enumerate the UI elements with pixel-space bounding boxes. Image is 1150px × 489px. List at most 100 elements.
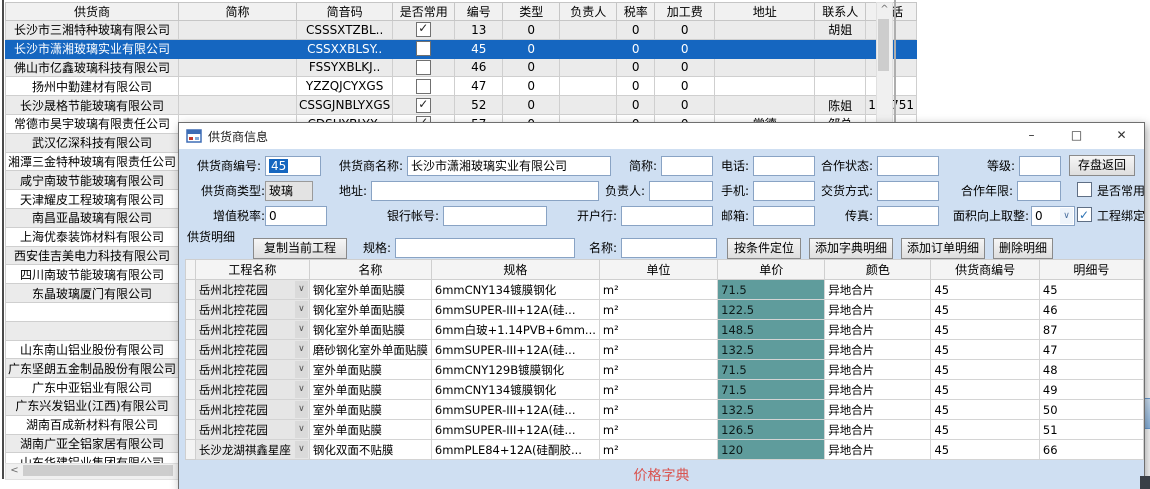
column-header[interactable]: 供货商编号 <box>931 260 1039 280</box>
cell-project-combo[interactable]: 岳州北控花园∨ <box>195 420 309 440</box>
cell-supplier-no[interactable]: 45 <box>931 380 1039 400</box>
column-header[interactable]: 规格 <box>431 260 599 280</box>
cell-color[interactable]: 异地合片 <box>825 280 931 300</box>
delete-detail-button[interactable]: 删除明细 <box>993 238 1053 259</box>
cell-spec[interactable]: 6mmSUPER-III+12A(硅... <box>431 340 599 360</box>
cell-project-combo[interactable]: 岳州北控花园∨ <box>195 320 309 340</box>
supplier-row[interactable]: 佛山市亿鑫玻璃科技有限公司FSSYXBLKJ..46000 <box>6 58 917 77</box>
cell-unit[interactable]: m² <box>599 360 717 380</box>
cell-detail-no[interactable]: 49 <box>1039 380 1143 400</box>
cell-name[interactable]: 钢化双面不贴膜 <box>309 440 431 460</box>
dropdown-arrow-icon[interactable]: ∨ <box>295 281 308 298</box>
close-button[interactable]: ✕ <box>1099 123 1144 149</box>
column-header[interactable]: 简音码 <box>297 3 393 21</box>
cell-project-combo[interactable]: 岳州北控花园∨ <box>195 360 309 380</box>
detail-row[interactable]: 岳州北控花园∨ 磨砂钢化室外单面贴膜 6mmSUPER-III+12A(硅...… <box>186 340 1144 360</box>
cell-project-combo[interactable]: 岳州北控花园∨ <box>195 340 309 360</box>
short-name-input[interactable] <box>661 156 713 176</box>
cell-spec[interactable]: 6mmCNY129B镀膜钢化 <box>431 360 599 380</box>
dropdown-arrow-icon[interactable]: ∨ <box>295 361 308 378</box>
row-selector[interactable] <box>186 360 196 380</box>
manager-input[interactable] <box>649 181 713 201</box>
is-common-checkbox[interactable]: 是否常用 <box>1077 181 1145 201</box>
supplier-name-input[interactable]: 长沙市潇湘玻璃实业有限公司 <box>407 156 611 176</box>
cell-detail-no[interactable]: 47 <box>1039 340 1143 360</box>
cell-detail-no[interactable]: 66 <box>1039 440 1143 460</box>
cell-project-combo[interactable]: 岳州北控花园∨ <box>195 280 309 300</box>
cell-unit[interactable]: m² <box>599 340 717 360</box>
cell-detail-no[interactable]: 45 <box>1039 280 1143 300</box>
cell-project-combo[interactable]: 岳州北控花园∨ <box>195 380 309 400</box>
column-header[interactable]: 编号 <box>455 3 503 21</box>
cell-name[interactable]: 磨砂钢化室外单面贴膜 <box>309 340 431 360</box>
supplier-row[interactable]: 长沙市潇湘玻璃实业有限公司CSSXXBLSY..45000 <box>6 39 917 58</box>
cell-unit[interactable]: m² <box>599 440 717 460</box>
dropdown-arrow-icon[interactable]: ∨ <box>295 401 308 418</box>
detail-row[interactable]: 长沙龙湖祺鑫星座∨ 钢化双面不贴膜 6mmPLE84+12A(硅酮胶... m²… <box>186 440 1144 460</box>
cell-color[interactable]: 异地合片 <box>825 360 931 380</box>
cell-project-combo[interactable]: 岳州北控花园∨ <box>195 400 309 420</box>
dropdown-arrow-icon[interactable]: ∨ <box>295 381 308 398</box>
coop-years-input[interactable] <box>1017 181 1061 201</box>
detail-row[interactable]: 岳州北控花园∨ 钢化室外单面贴膜 6mmCNY134镀膜钢化 m² 71.5 异… <box>186 280 1144 300</box>
common-checkbox[interactable] <box>416 22 431 37</box>
cell-detail-no[interactable]: 87 <box>1039 320 1143 340</box>
cell-name[interactable]: 钢化室外单面贴膜 <box>309 280 431 300</box>
supplier-id-input[interactable]: 45 <box>265 156 321 176</box>
column-header[interactable]: 明细号 <box>1039 260 1143 280</box>
column-header[interactable]: 名称 <box>309 260 431 280</box>
cell-project-combo[interactable]: 长沙龙湖祺鑫星座∨ <box>195 440 309 460</box>
supplier-row[interactable]: 扬州中勤建材有限公司YZZQJCYXGS47000 <box>6 77 917 96</box>
cell-supplier-no[interactable]: 45 <box>931 340 1039 360</box>
name-filter-input[interactable] <box>621 238 717 258</box>
detail-row[interactable]: 岳州北控花园∨ 室外单面贴膜 6mmCNY129B镀膜钢化 m² 71.5 异地… <box>186 360 1144 380</box>
save-return-button[interactable]: 存盘返回 <box>1069 155 1135 176</box>
cell-unit[interactable]: m² <box>599 300 717 320</box>
cell-supplier-no[interactable]: 45 <box>931 320 1039 340</box>
address-input[interactable] <box>371 181 599 201</box>
area-round-up-select[interactable]: 0∨ <box>1031 206 1075 226</box>
cell-detail-no[interactable]: 51 <box>1039 420 1143 440</box>
copy-current-project-button[interactable]: 复制当前工程 <box>253 238 347 259</box>
dropdown-arrow-icon[interactable]: ∨ <box>295 341 308 358</box>
cell-supplier-no[interactable]: 45 <box>931 420 1039 440</box>
detail-row[interactable]: 岳州北控花园∨ 室外单面贴膜 6mmSUPER-III+12A(硅... m² … <box>186 420 1144 440</box>
phone-input[interactable] <box>753 156 815 176</box>
locate-by-condition-button[interactable]: 按条件定位 <box>727 238 801 259</box>
cell-name[interactable]: 室外单面贴膜 <box>309 360 431 380</box>
bank-input[interactable] <box>621 206 713 226</box>
cell-color[interactable]: 异地合片 <box>825 320 931 340</box>
add-order-detail-button[interactable]: 添加订单明细 <box>901 238 985 259</box>
cell-name[interactable]: 钢化室外单面贴膜 <box>309 320 431 340</box>
row-selector[interactable] <box>186 280 196 300</box>
fax-input[interactable] <box>877 206 939 226</box>
cell-price[interactable]: 132.5 <box>718 340 825 360</box>
common-checkbox[interactable] <box>416 79 431 94</box>
column-header[interactable]: 颜色 <box>825 260 931 280</box>
cell-supplier-no[interactable]: 45 <box>931 360 1039 380</box>
project-binding-checkbox[interactable]: 工程绑定 <box>1077 206 1145 226</box>
cell-color[interactable]: 异地合片 <box>825 340 931 360</box>
bank-account-input[interactable] <box>443 206 547 226</box>
cell-unit[interactable]: m² <box>599 420 717 440</box>
column-header[interactable]: 单价 <box>718 260 825 280</box>
column-header[interactable]: 地址 <box>715 3 815 21</box>
dropdown-arrow-icon[interactable]: ∨ <box>295 441 308 458</box>
add-dictionary-detail-button[interactable]: 添加字典明细 <box>809 238 893 259</box>
grade-input[interactable] <box>1019 156 1061 176</box>
dropdown-arrow-icon[interactable]: ∨ <box>295 301 308 318</box>
common-checkbox[interactable] <box>416 98 431 113</box>
column-header[interactable]: 供货商 <box>6 3 179 21</box>
spec-filter-input[interactable] <box>395 238 575 258</box>
column-header[interactable]: 单位 <box>599 260 717 280</box>
cell-color[interactable]: 异地合片 <box>825 420 931 440</box>
common-checkbox[interactable] <box>416 41 431 56</box>
cell-detail-no[interactable]: 50 <box>1039 400 1143 420</box>
cell-color[interactable]: 异地合片 <box>825 380 931 400</box>
row-selector[interactable] <box>186 400 196 420</box>
maximize-button[interactable]: □ <box>1054 123 1099 149</box>
detail-row[interactable]: 岳州北控花园∨ 钢化室外单面贴膜 6mmSUPER-III+12A(硅... m… <box>186 300 1144 320</box>
supplier-row[interactable]: 长沙市三湘特种玻璃有限公司CSSSXTZBL..13000胡姐 <box>6 21 917 40</box>
cell-spec[interactable]: 6mmCNY134镀膜钢化 <box>431 380 599 400</box>
cell-price[interactable]: 126.5 <box>718 420 825 440</box>
